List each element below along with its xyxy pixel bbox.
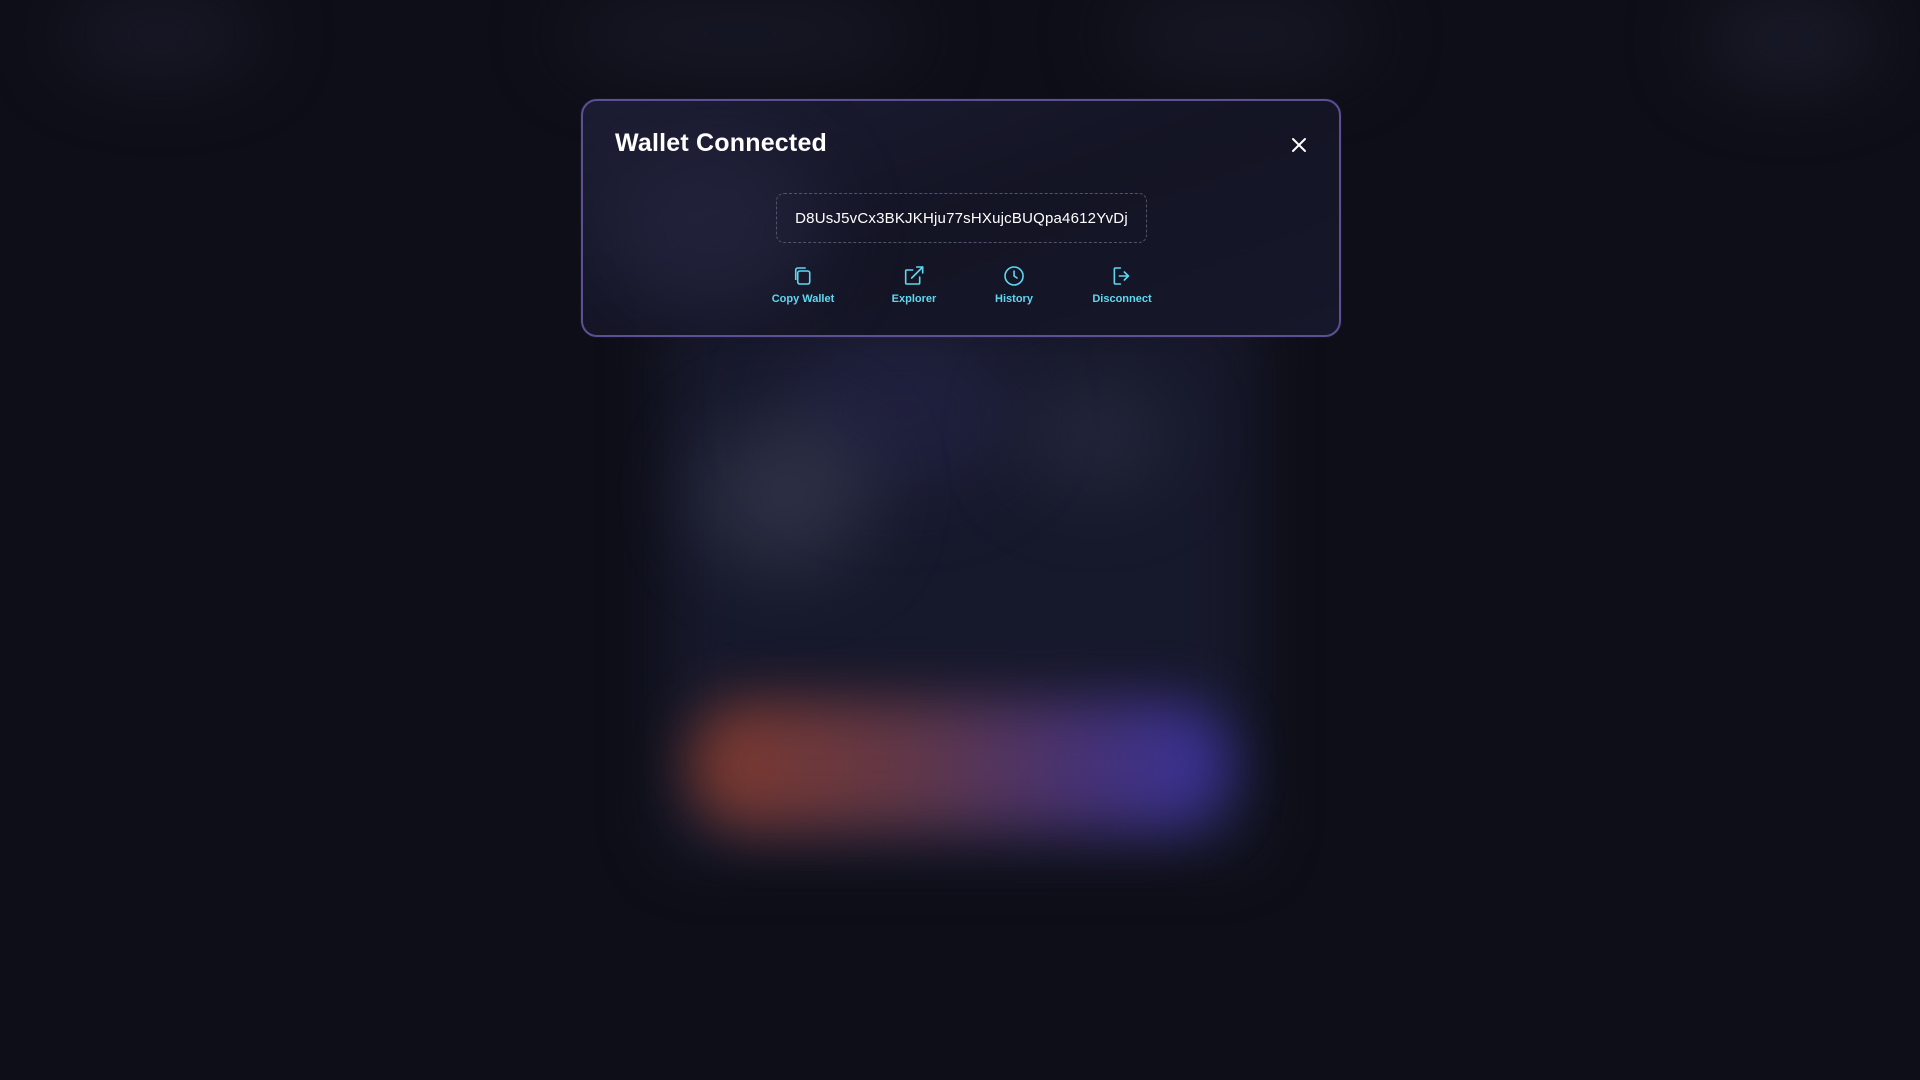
explorer-label: Explorer	[891, 293, 937, 305]
wallet-actions: Copy Wallet Explorer History Disconnect	[583, 264, 1339, 314]
copy-icon	[795, 267, 811, 285]
close-button[interactable]	[1289, 135, 1309, 155]
blurred-shape	[1020, 380, 1170, 490]
logout-icon	[1113, 267, 1129, 285]
blurred-shape	[1110, 0, 1370, 70]
wallet-address: D8UsJ5vCx3BKJKHju77sHXujcBUQpa4612YvDj	[776, 193, 1147, 243]
blurred-shape	[560, 0, 920, 70]
history-label: History	[995, 293, 1033, 305]
blurred-shape	[1700, 0, 1880, 80]
close-icon	[1292, 138, 1306, 152]
disconnect-label: Disconnect	[1092, 293, 1152, 305]
blurred-shape	[700, 420, 870, 570]
copy-wallet-label: Copy Wallet	[771, 293, 835, 305]
wallet-modal: Wallet Connected D8UsJ5vCx3BKJKHju77sHXu…	[581, 99, 1341, 337]
modal-title: Wallet Connected	[615, 129, 828, 157]
external-link-icon	[905, 266, 924, 285]
clock-icon	[1004, 266, 1024, 286]
blurred-shape	[60, 0, 260, 70]
copy-wallet-button[interactable]: Copy Wallet	[771, 264, 835, 305]
blurred-gradient-button	[690, 700, 1230, 830]
disconnect-button[interactable]: Disconnect	[1092, 264, 1152, 305]
explorer-button[interactable]: Explorer	[891, 264, 937, 305]
history-button[interactable]: History	[995, 264, 1033, 305]
